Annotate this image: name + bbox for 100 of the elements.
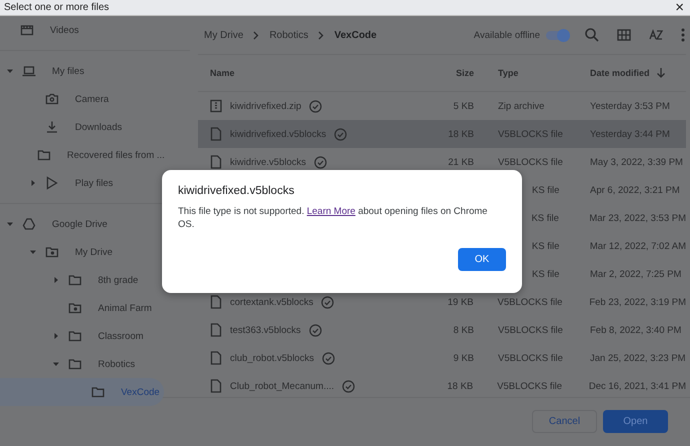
play-icon bbox=[45, 176, 59, 190]
expand-arrow-icon[interactable] bbox=[52, 332, 60, 340]
offline-check-icon bbox=[309, 100, 322, 112]
sidebar-item[interactable]: Robotics bbox=[0, 350, 164, 378]
expand-arrow-icon[interactable] bbox=[52, 360, 60, 368]
file-date: Yesterday 3:44 PM bbox=[590, 128, 671, 140]
file-icon bbox=[210, 295, 222, 309]
file-name: kiwidrivefixed.v5blocks bbox=[230, 128, 326, 140]
ok-button[interactable]: OK bbox=[458, 248, 506, 271]
file-name: club_robot.v5blocks bbox=[230, 352, 314, 364]
file-date: Yesterday 3:53 PM bbox=[590, 100, 671, 112]
file-type: V5BLOCKS file bbox=[497, 324, 564, 336]
offline-toggle[interactable] bbox=[546, 30, 568, 40]
close-button[interactable]: × bbox=[673, 0, 686, 14]
offline-check-icon bbox=[308, 324, 322, 336]
file-type: KS file bbox=[531, 268, 560, 280]
file-date: Feb 23, 2022, 3:19 PM bbox=[589, 296, 686, 308]
chevron-icon bbox=[318, 30, 324, 40]
offline-check-icon bbox=[334, 128, 348, 140]
file-type: V5BLOCKS file bbox=[497, 156, 564, 168]
folder-icon bbox=[68, 301, 82, 315]
sidebar-item[interactable]: Google Drive bbox=[0, 210, 164, 238]
file-date: Jan 25, 2022, 3:23 PM bbox=[590, 352, 686, 364]
folder-icon bbox=[68, 357, 82, 371]
file-row[interactable]: kiwidrivefixed.v5blocks 18 KB V5BLOCKS file Yesterday 3:44 PM bbox=[198, 120, 686, 148]
camera-icon bbox=[45, 92, 59, 106]
grid-view-icon[interactable] bbox=[616, 27, 632, 43]
offline-check-icon bbox=[314, 156, 328, 168]
file-row[interactable]: kiwidrive.v5blocks 21 KB V5BLOCKS file May 3, 2022, 3:39 PM bbox=[198, 148, 686, 176]
file-type: V5BLOCKS file bbox=[496, 296, 564, 308]
drive-icon bbox=[22, 217, 36, 231]
folder-icon bbox=[68, 273, 82, 287]
column-header[interactable]: Name bbox=[198, 68, 442, 78]
learn-more-link[interactable]: Learn More bbox=[306, 206, 356, 217]
sidebar-item[interactable]: My Drive bbox=[0, 238, 164, 266]
offline-label: Available offline bbox=[474, 30, 540, 40]
breadcrumb-item[interactable]: Robotics bbox=[269, 30, 308, 40]
sidebar-item[interactable]: Camera bbox=[0, 85, 164, 113]
file-type: KS file bbox=[530, 212, 560, 224]
file-size: 18 KB bbox=[447, 128, 474, 140]
file-icon bbox=[210, 379, 222, 393]
expand-arrow-icon[interactable] bbox=[6, 220, 14, 228]
file-size: 5 KB bbox=[452, 100, 474, 112]
cancel-button[interactable]: Cancel bbox=[532, 410, 597, 432]
file-row[interactable]: cortextank.v5blocks 19 KB V5BLOCKS file Feb 23, 2022, 3:19 PM bbox=[198, 288, 686, 316]
file-icon bbox=[210, 351, 222, 365]
file-name: cortextank.v5blocks bbox=[230, 296, 314, 308]
expand-arrow-icon[interactable] bbox=[52, 276, 60, 284]
file-date: Dec 16, 2021, 3:41 PM bbox=[588, 380, 686, 392]
file-type: V5BLOCKS file bbox=[497, 128, 564, 140]
expand-arrow-icon[interactable] bbox=[29, 248, 37, 256]
sidebar-item[interactable]: Animal Farm bbox=[0, 294, 164, 322]
laptop-icon bbox=[22, 64, 36, 78]
file-row[interactable]: Club_robot_Mecanum.... 18 KB V5BLOCKS file Dec 16, 2021, 3:41 PM bbox=[198, 372, 686, 400]
sort-arrow-icon[interactable] bbox=[656, 67, 666, 79]
column-header[interactable]: Date modified bbox=[590, 68, 650, 78]
chevron-icon bbox=[253, 30, 260, 40]
column-header[interactable]: Size bbox=[442, 68, 474, 78]
dialog-title: kiwidrivefixed.v5blocks bbox=[178, 185, 296, 197]
file-name: Club_robot_Mecanum.... bbox=[230, 380, 334, 392]
file-row[interactable]: club_robot.v5blocks 9 KB V5BLOCKS file Jan 25, 2022, 3:23 PM bbox=[198, 344, 686, 372]
file-icon bbox=[210, 155, 222, 169]
file-name: kiwidrivefixed.zip bbox=[230, 100, 302, 112]
file-size: 8 KB bbox=[452, 324, 474, 336]
column-header[interactable]: Type bbox=[474, 68, 590, 78]
file-date: Apr 6, 2022, 3:21 PM bbox=[590, 184, 681, 196]
zip-file-icon bbox=[210, 99, 222, 113]
folder-icon bbox=[68, 329, 82, 343]
sidebar-item[interactable]: Recovered files from ... bbox=[0, 141, 164, 169]
offline-check-icon bbox=[321, 296, 334, 308]
file-icon bbox=[210, 127, 222, 141]
folder-icon bbox=[45, 245, 59, 259]
download-icon bbox=[45, 120, 59, 134]
sidebar-item[interactable]: Play files bbox=[0, 169, 164, 197]
file-row[interactable]: test363.v5blocks 8 KB V5BLOCKS file Feb 8, 2022, 3:40 PM bbox=[198, 316, 686, 344]
sidebar-item[interactable]: VexCode bbox=[0, 378, 164, 406]
file-type: KS file bbox=[531, 184, 560, 196]
file-date: Feb 8, 2022, 3:40 PM bbox=[590, 324, 682, 336]
expand-arrow-icon[interactable] bbox=[29, 179, 37, 187]
sidebar-item[interactable]: Downloads bbox=[0, 113, 164, 141]
sidebar-item[interactable]: Classroom bbox=[0, 322, 164, 350]
file-name: test363.v5blocks bbox=[230, 324, 301, 336]
sidebar-item[interactable]: 8th grade bbox=[0, 266, 164, 294]
file-type: V5BLOCKS file bbox=[496, 380, 564, 392]
file-date: Mar 23, 2022, 3:53 PM bbox=[589, 212, 686, 224]
file-name: kiwidrive.v5blocks bbox=[230, 156, 306, 168]
expand-arrow-icon[interactable] bbox=[6, 67, 14, 75]
file-date: Mar 2, 2022, 7:25 PM bbox=[590, 268, 682, 280]
file-row[interactable]: kiwidrivefixed.zip 5 KB Zip archive Yesterday 3:53 PM bbox=[198, 92, 686, 120]
search-icon[interactable] bbox=[584, 27, 600, 43]
more-options-icon[interactable] bbox=[680, 27, 686, 43]
file-icon bbox=[210, 323, 222, 337]
breadcrumb-item[interactable]: My Drive bbox=[204, 30, 244, 40]
dialog-message: This file type is not supported. Learn More about opening files on Chrome OS. bbox=[178, 205, 488, 231]
sidebar-item[interactable]: Videos bbox=[0, 16, 164, 44]
sidebar-item[interactable]: My files bbox=[0, 57, 164, 85]
offline-check-icon bbox=[322, 352, 335, 364]
file-size: 18 KB bbox=[446, 380, 474, 392]
open-button[interactable]: Open bbox=[603, 410, 668, 432]
breadcrumb-item[interactable]: VexCode bbox=[334, 30, 377, 40]
